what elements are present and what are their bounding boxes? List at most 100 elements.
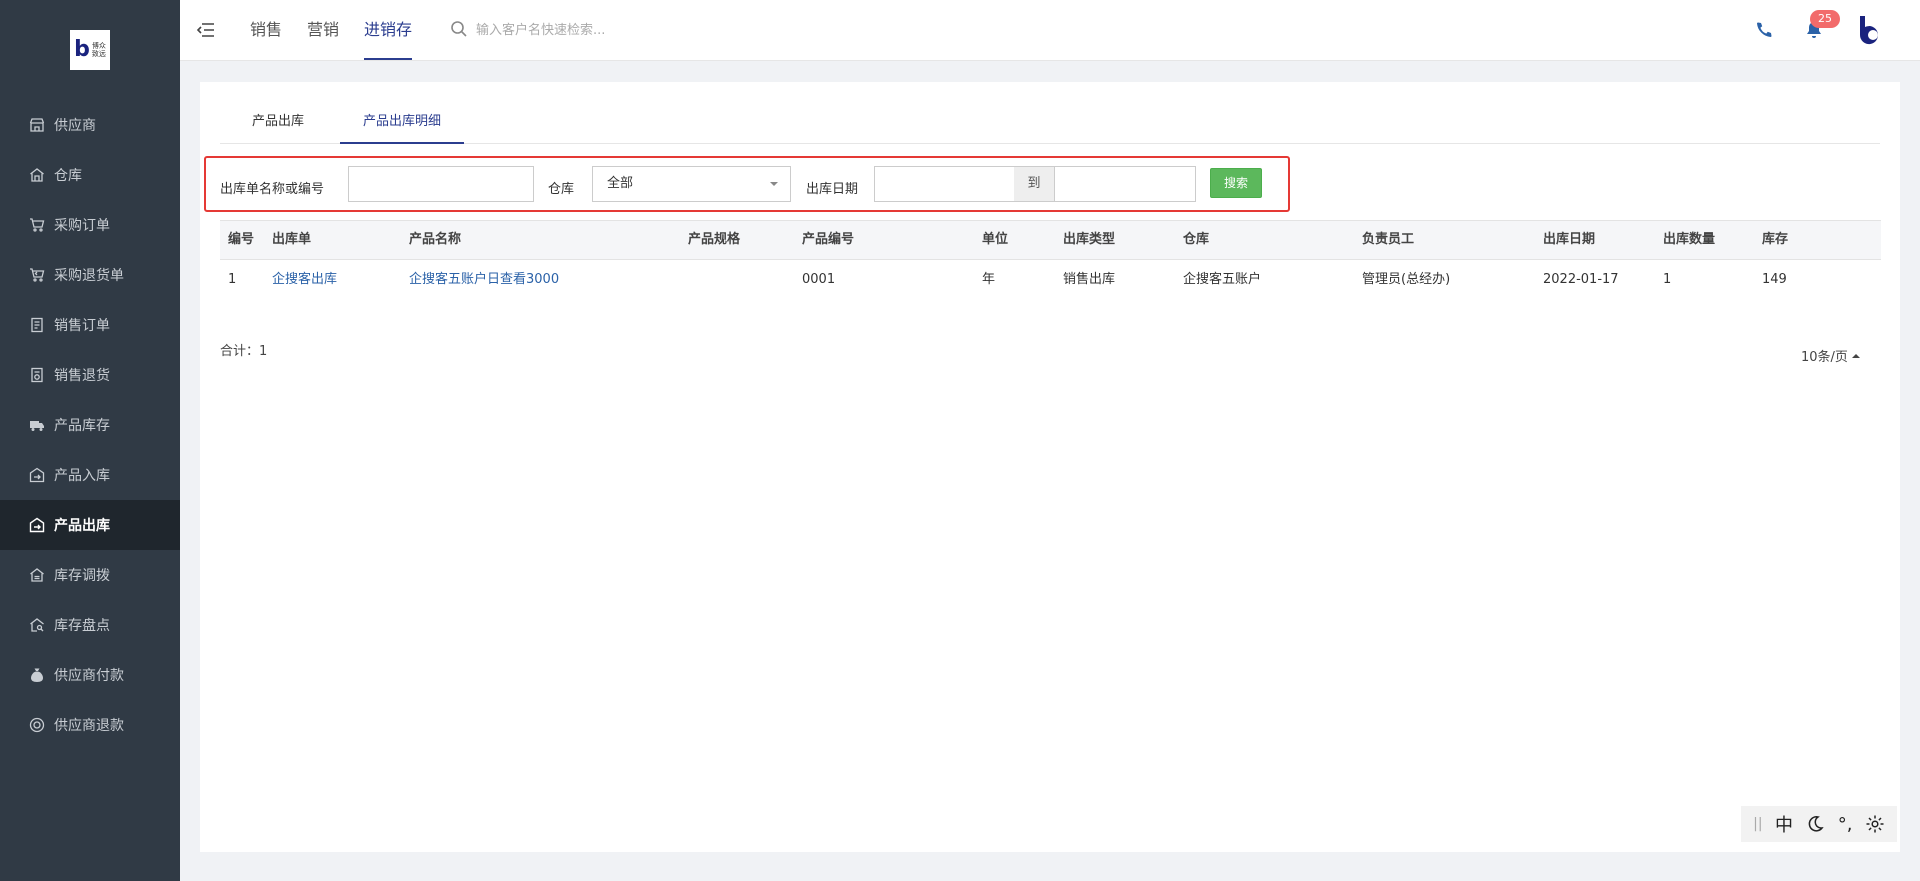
column-header: 出库数量 (1663, 232, 1716, 247)
sidebar-item-label: 库存调拨 (54, 568, 110, 584)
cell-unit: 年 (982, 272, 996, 287)
cell-owner: 管理员(总经办) (1362, 272, 1451, 287)
sales-order-icon (28, 316, 46, 334)
tab-inventory[interactable]: 进销存 (364, 0, 413, 60)
cell-product-code: 0001 (802, 272, 836, 287)
column-header: 出库类型 (1063, 232, 1116, 247)
logo-text-line2: 致远 (91, 50, 106, 58)
sidebar-item-label: 供应商退款 (54, 718, 124, 734)
total-count: 合计：1 (220, 344, 268, 359)
money-bag-icon (28, 666, 46, 684)
sidebar-nav: 供应商 仓库 采购订单 采购退货单 销售订单 销售退货 产品库存 产品入库 产品… (0, 100, 180, 750)
sidebar-item-label: 供应商付款 (54, 668, 124, 684)
warehouse-icon (28, 166, 46, 184)
cell-stock-out-date: 2022-01-17 (1543, 272, 1619, 287)
table-row: 1 企搜客出库 企搜客五账户日查看3000 0001 年 销售出库 企搜客五账户… (220, 260, 1881, 300)
cell-product-name-link[interactable]: 企搜客五账户日查看3000 (409, 260, 559, 300)
cell-index: 1 (228, 272, 237, 287)
sidebar-item-supplier-payment[interactable]: 供应商付款 (0, 650, 180, 700)
sidebar-item-label: 采购订单 (54, 218, 110, 234)
ime-drag-handle[interactable]: || (1753, 816, 1762, 832)
page-size-label: 10条/页 (1801, 350, 1848, 365)
sidebar-item-label: 仓库 (54, 168, 82, 184)
date-range-separator: 到 (1014, 166, 1054, 202)
tab-sales[interactable]: 销售 (250, 0, 282, 60)
tab-marketing[interactable]: 营销 (307, 0, 339, 60)
subtab-bar: 产品出库 产品出库明细 (220, 102, 1880, 144)
filter-bar: 出库单名称或编号 仓库 全部 出库日期 到 搜索 (204, 156, 1290, 212)
ime-punctuation-toggle[interactable]: °, (1838, 814, 1853, 835)
sidebar-item-suppliers[interactable]: 供应商 (0, 100, 180, 150)
tab-stock-out-detail[interactable]: 产品出库明细 (340, 102, 464, 144)
logo-text: 博众 致远 (92, 42, 106, 58)
sidebar-item-stock-in[interactable]: 产品入库 (0, 450, 180, 500)
notification-badge: 25 (1810, 10, 1840, 28)
sidebar: b 博众 致远 供应商 仓库 采购订单 采购退货单 销售订单 销售退货 产品库存… (0, 0, 180, 881)
sidebar-item-supplier-refund[interactable]: 供应商退款 (0, 700, 180, 750)
search-button[interactable]: 搜索 (1210, 168, 1262, 198)
sidebar-item-purchase-returns[interactable]: 采购退货单 (0, 250, 180, 300)
content-card: 产品出库 产品出库明细 出库单名称或编号 仓库 全部 出库日期 到 搜索 编号 … (200, 82, 1900, 852)
column-header: 出库单 (272, 232, 312, 247)
cell-stock-out-qty: 1 (1663, 272, 1672, 287)
filter-date-label: 出库日期 (806, 182, 859, 197)
app-logo[interactable]: b 博众 致远 (70, 30, 110, 70)
refund-icon (28, 716, 46, 734)
logo-mark: b (74, 37, 90, 62)
sidebar-item-stock-transfer[interactable]: 库存调拨 (0, 550, 180, 600)
sidebar-item-product-stock[interactable]: 产品库存 (0, 400, 180, 450)
top-header: 销售 营销 进销存 25 (180, 0, 1920, 61)
phone-icon[interactable] (1754, 20, 1774, 40)
sidebar-item-label: 销售退货 (54, 368, 110, 384)
tab-stock-out[interactable]: 产品出库 (240, 102, 316, 144)
sidebar-item-stock-check[interactable]: 库存盘点 (0, 600, 180, 650)
sidebar-item-sales-orders[interactable]: 销售订单 (0, 300, 180, 350)
date-from-input[interactable] (874, 166, 1016, 202)
column-header: 库存 (1762, 232, 1789, 247)
stock-out-name-input[interactable] (348, 166, 534, 202)
caret-up-icon (1851, 353, 1860, 358)
chevron-down-icon (770, 182, 778, 186)
sidebar-item-label: 供应商 (54, 118, 96, 134)
sidebar-item-label: 产品出库 (54, 518, 110, 534)
customer-search-input[interactable] (476, 18, 736, 42)
search-icon[interactable] (450, 20, 468, 38)
column-header: 负责员工 (1362, 232, 1415, 247)
gear-icon[interactable] (1865, 814, 1885, 834)
transfer-icon (28, 566, 46, 584)
cell-stock-out-order-link[interactable]: 企搜客出库 (272, 260, 337, 300)
page-size-selector[interactable]: 10条/页 (1801, 346, 1860, 365)
stock-out-detail-table: 编号 出库单 产品名称 产品规格 产品编号 单位 出库类型 仓库 负责员工 出库… (220, 220, 1881, 300)
moon-icon[interactable] (1805, 814, 1825, 834)
cell-stock-out-type: 销售出库 (1063, 272, 1116, 287)
sidebar-item-stock-out[interactable]: 产品出库 (0, 500, 180, 550)
stock-in-icon (28, 466, 46, 484)
cell-warehouse: 企搜客五账户 (1183, 272, 1262, 287)
store-icon (28, 116, 46, 134)
column-header: 仓库 (1183, 232, 1210, 247)
truck-icon (28, 416, 46, 434)
sidebar-item-warehouse[interactable]: 仓库 (0, 150, 180, 200)
sidebar-item-purchase-orders[interactable]: 采购订单 (0, 200, 180, 250)
filter-warehouse-label: 仓库 (548, 182, 575, 197)
warehouse-select[interactable]: 全部 (592, 166, 791, 202)
logo-area: b 博众 致远 (0, 0, 180, 100)
sidebar-item-label: 库存盘点 (54, 618, 110, 634)
ime-toolbar: || 中 °, (1741, 806, 1897, 842)
logo-text-line1: 博众 (91, 42, 106, 50)
menu-collapse-icon[interactable] (196, 20, 216, 40)
sidebar-item-label: 采购退货单 (54, 268, 124, 284)
sidebar-item-label: 产品入库 (54, 468, 110, 484)
column-header: 产品名称 (409, 232, 462, 247)
ime-language-toggle[interactable]: 中 (1775, 811, 1793, 837)
date-to-input[interactable] (1054, 166, 1196, 202)
sidebar-item-sales-returns[interactable]: 销售退货 (0, 350, 180, 400)
table-header: 编号 出库单 产品名称 产品规格 产品编号 单位 出库类型 仓库 负责员工 出库… (220, 220, 1881, 260)
cell-stock: 149 (1762, 272, 1787, 287)
user-avatar[interactable] (1856, 14, 1886, 48)
column-header: 出库日期 (1543, 232, 1596, 247)
column-header: 产品编号 (802, 232, 855, 247)
sidebar-item-label: 销售订单 (54, 318, 110, 334)
warehouse-select-value: 全部 (607, 176, 634, 191)
column-header: 产品规格 (688, 232, 741, 247)
